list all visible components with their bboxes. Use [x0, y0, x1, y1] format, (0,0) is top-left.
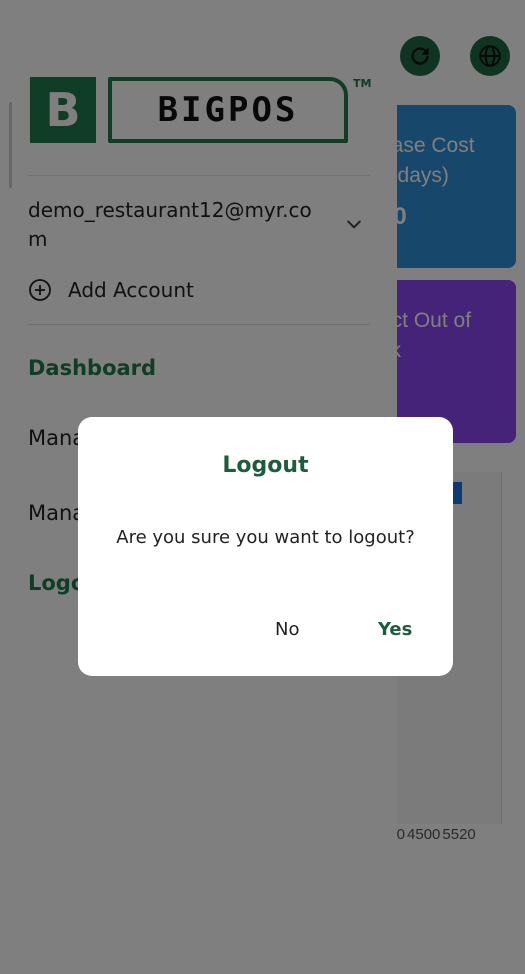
dialog-message: Are you sure you want to logout?: [116, 527, 415, 548]
logout-dialog: Logout Are you sure you want to logout? …: [78, 417, 453, 676]
dialog-title: Logout: [222, 453, 309, 478]
yes-button[interactable]: Yes: [378, 619, 412, 640]
no-button[interactable]: No: [275, 619, 299, 640]
